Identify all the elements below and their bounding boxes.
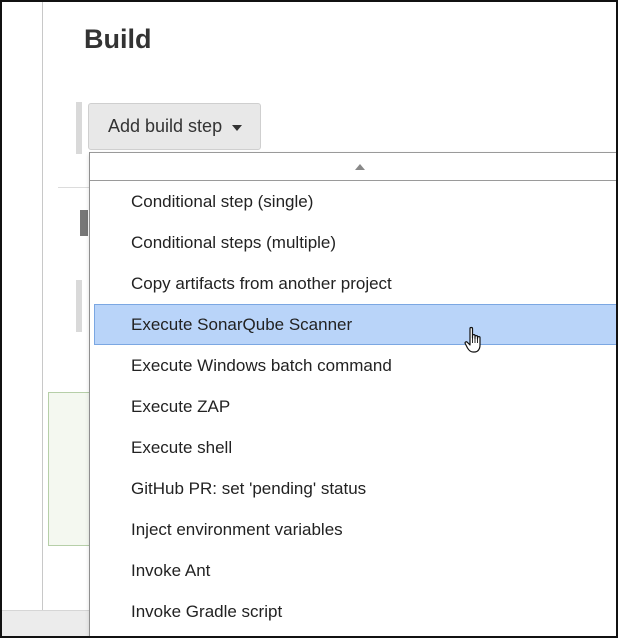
menu-item-invoke-gradle[interactable]: Invoke Gradle script — [90, 591, 616, 632]
dropdown-scroll-up[interactable] — [90, 152, 616, 181]
step-drag-handle[interactable] — [76, 102, 82, 154]
dropdown-list: Conditional step (single) Conditional st… — [90, 181, 616, 632]
page-left-border — [42, 2, 43, 612]
caret-down-icon — [232, 124, 243, 131]
section-title: Build — [84, 24, 152, 54]
menu-item-conditional-step-single[interactable]: Conditional step (single) — [90, 181, 616, 222]
menu-item-execute-zap[interactable]: Execute ZAP — [90, 386, 616, 427]
step-drag-handle-2[interactable] — [76, 280, 82, 332]
menu-item-execute-windows-batch[interactable]: Execute Windows batch command — [90, 345, 616, 386]
screenshot-frame: Build Add build step Conditional step (s… — [0, 0, 618, 638]
obscured-section-label — [80, 210, 88, 236]
build-step-dropdown-menu: Conditional step (single) Conditional st… — [89, 152, 616, 636]
menu-item-invoke-ant[interactable]: Invoke Ant — [90, 550, 616, 591]
scroll-up-arrow-icon — [355, 163, 365, 170]
menu-item-execute-sonarqube-scanner[interactable]: Execute SonarQube Scanner — [94, 304, 616, 345]
menu-item-inject-env-vars[interactable]: Inject environment variables — [90, 509, 616, 550]
menu-item-conditional-steps-multiple[interactable]: Conditional steps (multiple) — [90, 222, 616, 263]
hand-pointer-cursor-icon — [464, 326, 481, 353]
add-build-step-label: Add build step — [108, 116, 223, 136]
add-build-step-button[interactable]: Add build step — [88, 103, 262, 150]
menu-item-github-pr-pending[interactable]: GitHub PR: set 'pending' status — [90, 468, 616, 509]
menu-item-copy-artifacts[interactable]: Copy artifacts from another project — [90, 263, 616, 304]
page-footer-strip — [2, 610, 92, 636]
menu-item-execute-shell[interactable]: Execute shell — [90, 427, 616, 468]
